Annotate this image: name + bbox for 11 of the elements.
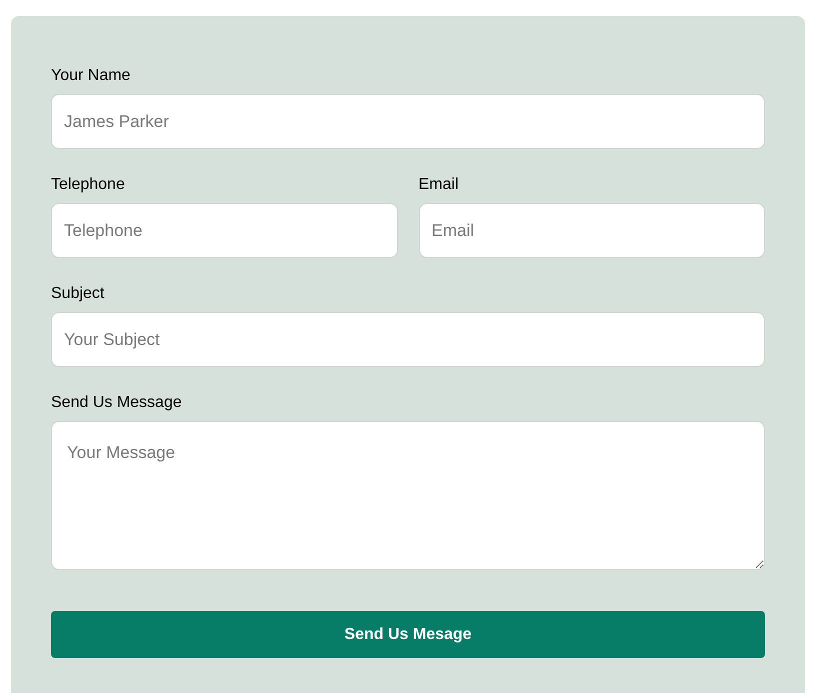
field-label: Your Name <box>51 66 130 86</box>
field-label: Send Us Message <box>51 393 182 413</box>
field-label: Subject <box>51 284 104 304</box>
field-label: Email <box>418 175 459 195</box>
field-label: Telephone <box>51 175 125 195</box>
input-field[interactable]: James Parker <box>51 94 765 149</box>
submit-button[interactable]: Send Us Mesage <box>51 611 765 658</box>
input-field[interactable]: Email <box>418 203 765 258</box>
message-field[interactable]: Your Message <box>51 421 765 570</box>
input-field[interactable]: Your Subject <box>51 312 765 367</box>
input-field[interactable]: Telephone <box>51 203 398 258</box>
